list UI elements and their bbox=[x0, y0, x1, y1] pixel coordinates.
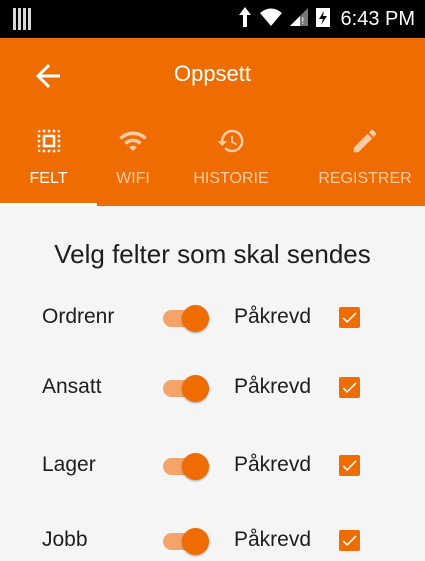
field-row-ansatt: Ansatt Påkrevd bbox=[0, 368, 425, 408]
toolbar: Oppsett bbox=[0, 38, 425, 112]
field-label: Jobb bbox=[42, 528, 88, 551]
tab-label: HISTORIE bbox=[193, 170, 269, 187]
page-title: Oppsett bbox=[173, 61, 252, 86]
cell-signal-icon: ! bbox=[289, 7, 309, 32]
field-toggle[interactable] bbox=[161, 527, 211, 555]
clock: 6:43 PM bbox=[340, 7, 415, 30]
required-label: Påkrevd bbox=[234, 305, 312, 328]
checkmark-icon bbox=[342, 535, 357, 547]
fields-panel: Velg felter som skal sendes Ordrenr Påkr… bbox=[0, 206, 425, 561]
required-checkbox[interactable] bbox=[339, 455, 360, 476]
checkmark-icon bbox=[342, 382, 357, 394]
checkmark-icon bbox=[342, 460, 357, 472]
status-bar: ! 6:43 PM bbox=[0, 0, 425, 38]
svg-text:!: ! bbox=[301, 17, 305, 27]
pencil-icon bbox=[353, 129, 377, 153]
field-toggle[interactable] bbox=[161, 374, 211, 402]
wifi-icon bbox=[119, 131, 147, 151]
data-transfer-icon bbox=[237, 6, 253, 33]
required-checkbox[interactable] bbox=[339, 377, 360, 398]
required-checkbox[interactable] bbox=[339, 530, 360, 551]
tab-label: REGISTRER bbox=[318, 170, 412, 187]
field-label: Lager bbox=[42, 453, 96, 476]
section-heading: Velg felter som skal sendes bbox=[54, 239, 371, 269]
history-icon bbox=[217, 129, 244, 153]
tab-label: WIFI bbox=[116, 170, 150, 187]
battery-charging-icon bbox=[315, 6, 331, 33]
required-label: Påkrevd bbox=[234, 528, 312, 551]
required-label: Påkrevd bbox=[234, 375, 312, 398]
field-row-lager: Lager Påkrevd bbox=[0, 446, 425, 486]
tab-wifi[interactable]: WIFI bbox=[97, 112, 169, 206]
select-area-icon bbox=[37, 129, 60, 153]
required-checkbox[interactable] bbox=[339, 307, 360, 328]
field-toggle[interactable] bbox=[161, 452, 211, 480]
tab-registrer[interactable]: REGISTRER bbox=[305, 112, 425, 206]
field-toggle[interactable] bbox=[161, 304, 211, 332]
tab-bar: FELT WIFI HISTORIE REGISTRER bbox=[0, 112, 425, 206]
checkmark-icon bbox=[342, 312, 357, 324]
field-row-ordrenr: Ordrenr Påkrevd bbox=[0, 298, 425, 338]
tab-felt[interactable]: FELT bbox=[0, 112, 97, 206]
field-label: Ansatt bbox=[42, 375, 102, 398]
tab-historie[interactable]: HISTORIE bbox=[169, 112, 293, 206]
wifi-signal-icon bbox=[259, 7, 283, 32]
app-bar: Oppsett FELT WIFI HISTORIE REGISTRER bbox=[0, 38, 425, 206]
notification-icon bbox=[13, 8, 33, 30]
field-row-jobb: Jobb Påkrevd bbox=[0, 521, 425, 561]
field-label: Ordrenr bbox=[42, 305, 115, 328]
required-label: Påkrevd bbox=[234, 453, 312, 476]
tab-label: FELT bbox=[29, 170, 68, 187]
